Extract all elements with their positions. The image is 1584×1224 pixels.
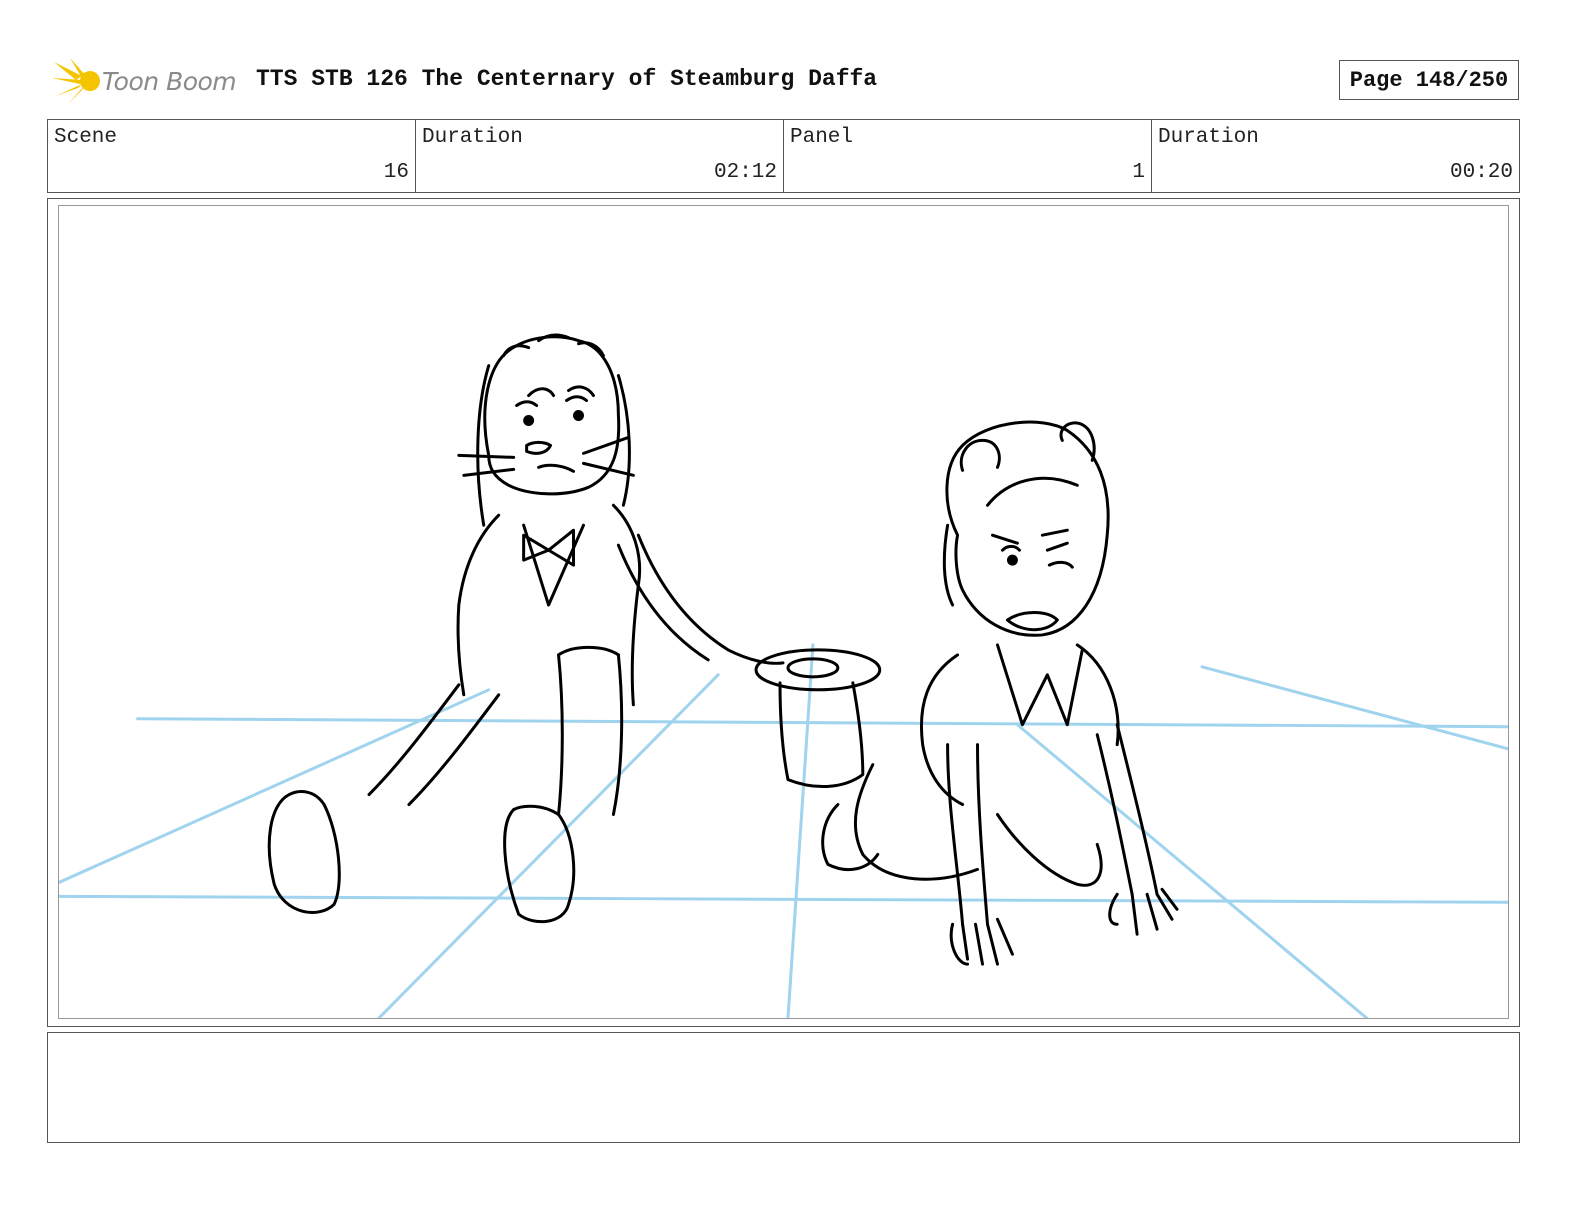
scene-duration-cell: Duration 02:12 [416, 120, 784, 192]
top-hat-sketch [754, 648, 882, 788]
girl-character-sketch [821, 420, 1179, 966]
panel-label: Panel [790, 126, 854, 149]
scene-cell: Scene 16 [48, 120, 416, 192]
page-indicator: Page 148/250 [1339, 60, 1519, 100]
scene-duration-value: 02:12 [713, 161, 777, 184]
starburst-icon [52, 58, 100, 104]
storyboard-panel [58, 205, 1509, 1019]
panel-duration-cell: Duration 00:20 [1152, 120, 1519, 192]
panel-cell: Panel 1 [784, 120, 1152, 192]
scene-value: 16 [383, 161, 409, 184]
logo-text: Toon Boom [102, 66, 237, 96]
scene-label: Scene [54, 126, 118, 149]
panel-value: 1 [1132, 161, 1145, 184]
cat-character-sketch [267, 333, 785, 924]
panel-duration-value: 00:20 [1449, 161, 1513, 184]
toon-boom-logo: Toon Boom [52, 56, 242, 106]
perspective-guides [59, 643, 1508, 1018]
info-row: Scene 16 Duration 02:12 Panel 1 Duration… [47, 119, 1520, 193]
document-title: TTS STB 126 The Centernary of Steamburg … [256, 66, 878, 92]
notes-area [47, 1032, 1520, 1143]
panel-duration-label: Duration [1158, 126, 1259, 149]
scene-duration-label: Duration [422, 126, 523, 149]
panel-sketch [59, 333, 1508, 1018]
